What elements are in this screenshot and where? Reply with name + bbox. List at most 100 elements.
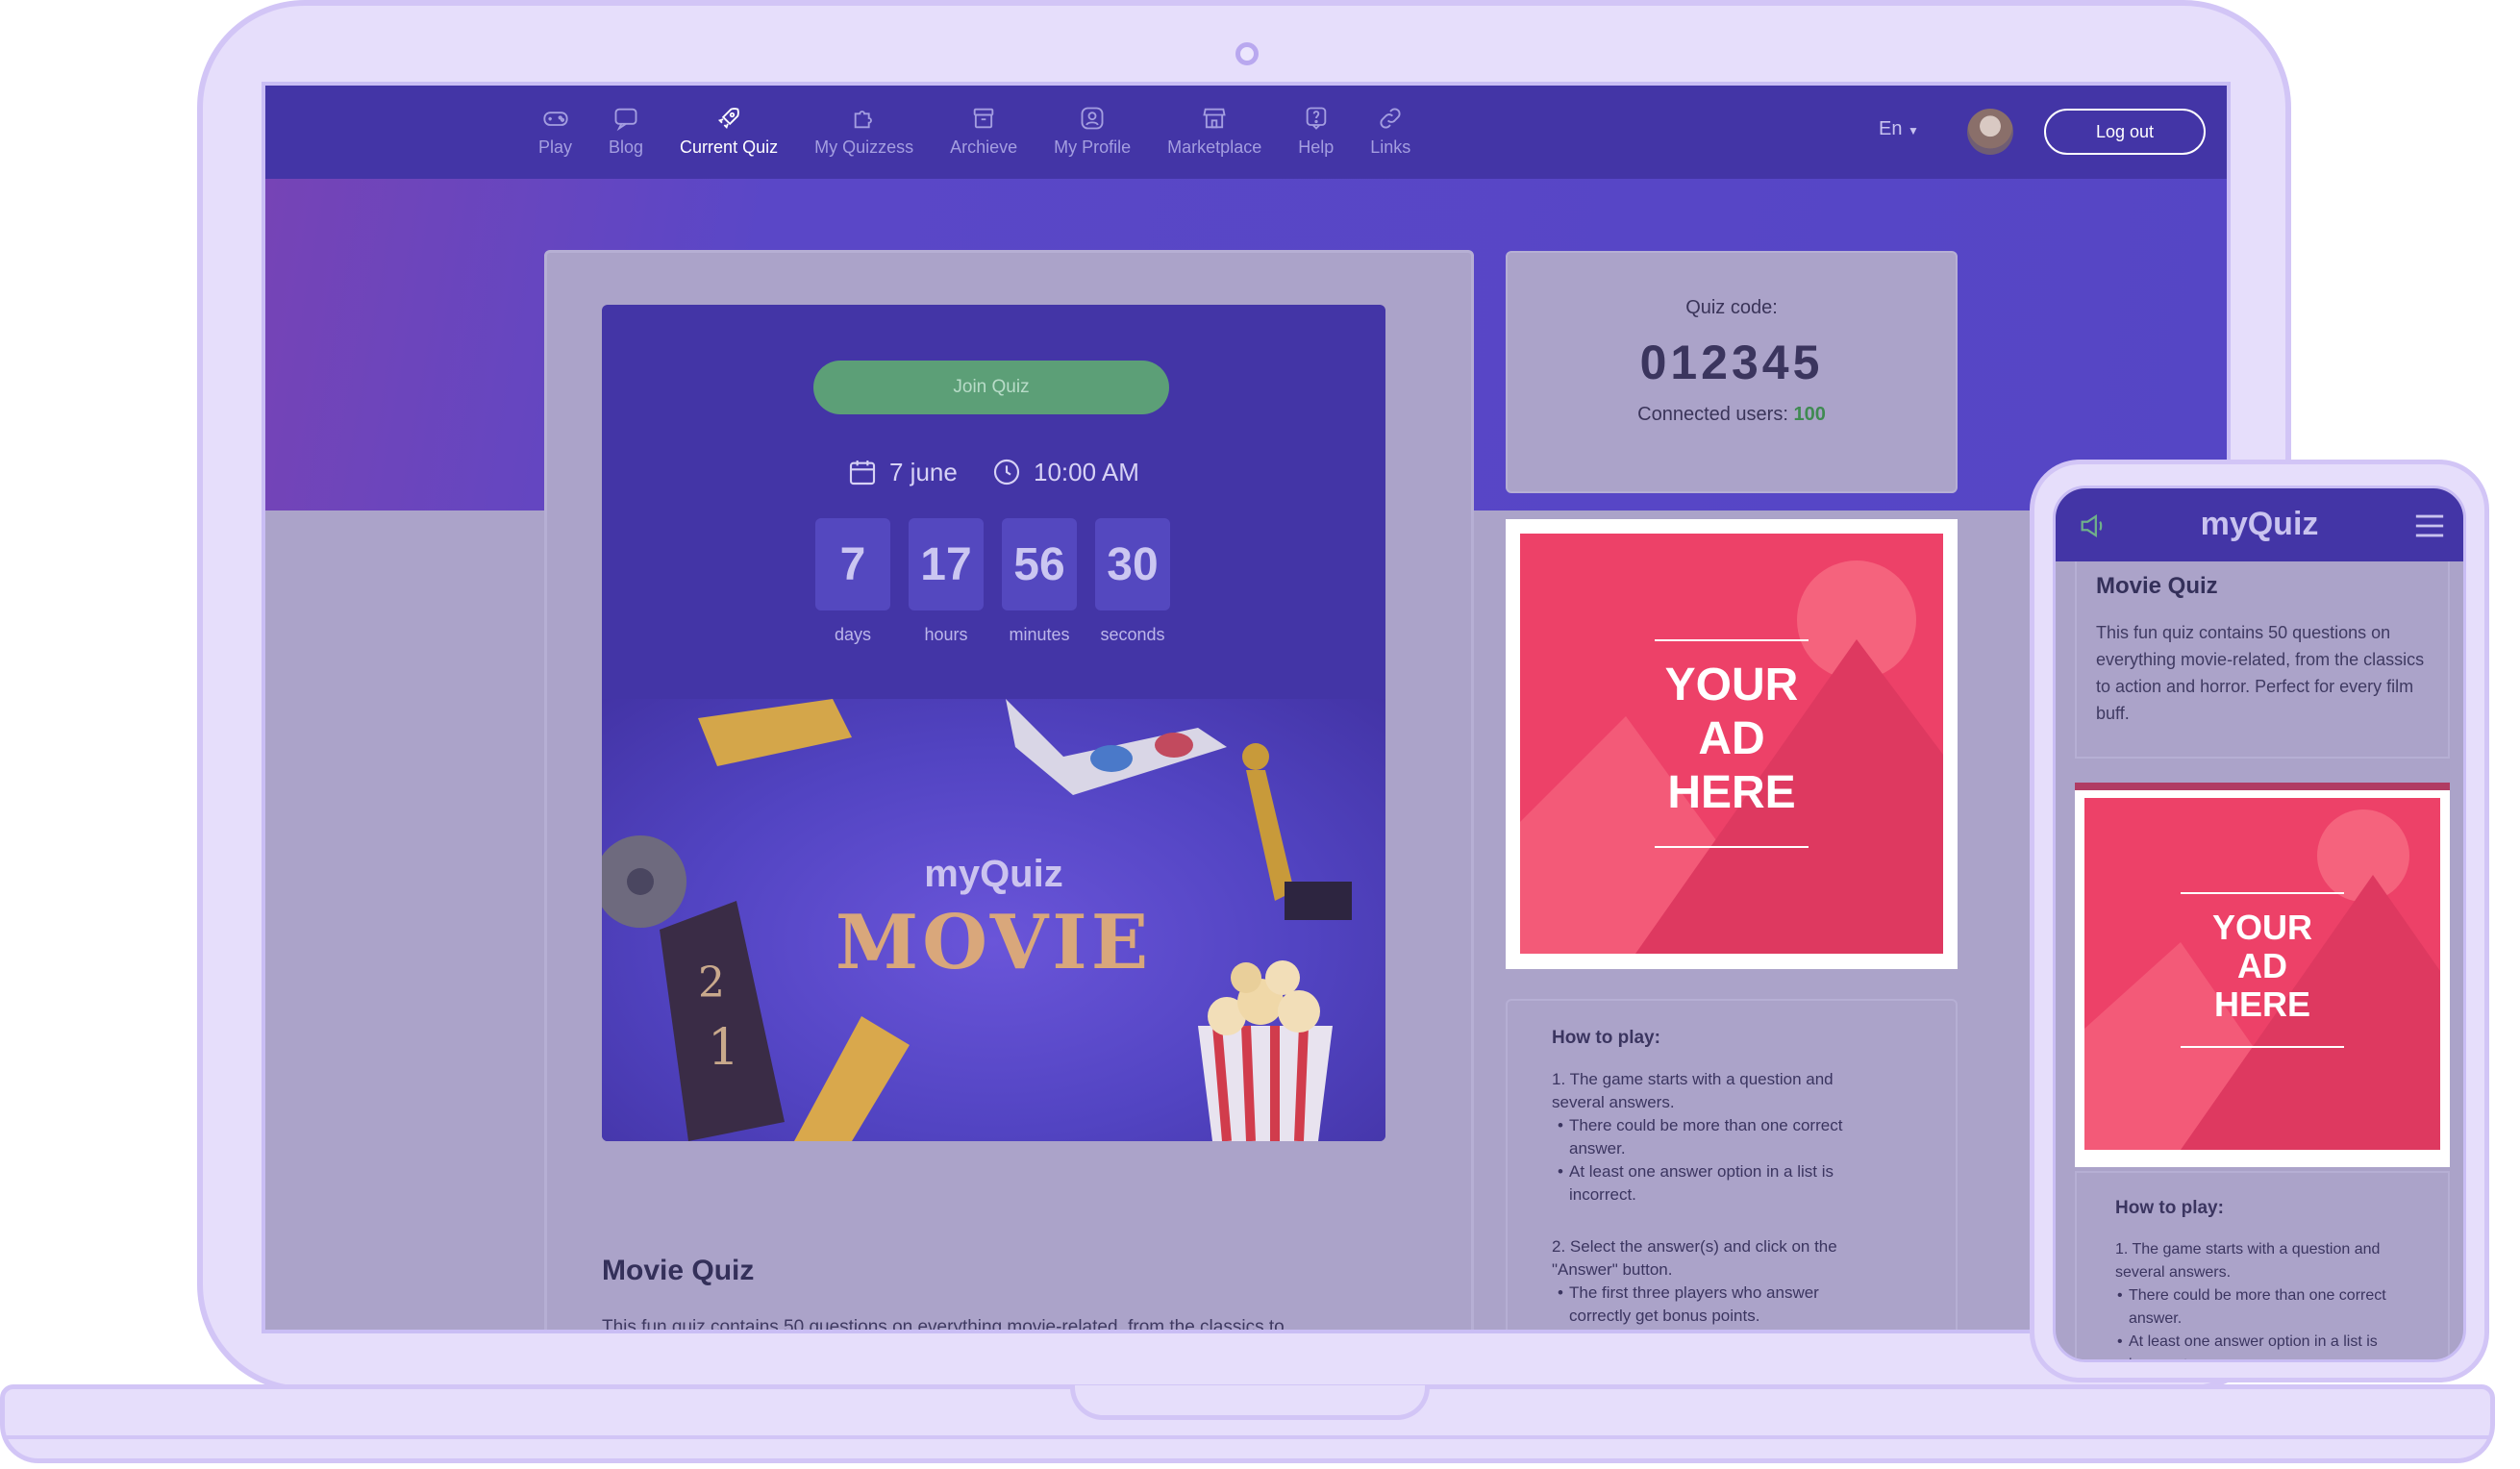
- 3d-glasses-illustration: [1006, 699, 1227, 795]
- mobile-how-to-step: 1. The game starts with a question and s…: [2115, 1241, 2381, 1281]
- camera-icon: [1235, 42, 1259, 65]
- nav-item-current-quiz[interactable]: Current Quiz: [680, 105, 778, 158]
- mobile-ad-artwork: YOUR AD HERE: [2084, 798, 2440, 1150]
- mobile-logo: myQuiz: [2200, 506, 2319, 542]
- nav-label: Marketplace: [1167, 137, 1262, 157]
- laptop-screen: Play Blog Current Quiz My Quizzess Archi…: [262, 82, 2231, 1333]
- countdown-label: minutes: [1009, 625, 1070, 644]
- how-to-bullet: At least one answer option in a list is …: [1552, 1160, 1879, 1207]
- how-to-step: 2. Select the answer(s) and click on the…: [1552, 1237, 1837, 1279]
- avatar[interactable]: [1967, 109, 2013, 155]
- profile-icon: [1081, 107, 1104, 130]
- nav-label: Archieve: [950, 137, 1018, 157]
- countdown-hours: 17: [909, 518, 984, 610]
- nav-label: Links: [1370, 137, 1411, 157]
- mobile-quiz-description: This fun quiz contains 50 questions on e…: [2096, 623, 2425, 723]
- date-text: 7 june: [889, 457, 958, 486]
- how-to-play-title: How to play:: [1552, 1028, 1660, 1048]
- phone-screen: myQuiz Movie Quiz This fun quiz contains…: [2053, 486, 2466, 1362]
- connected-users-count: 100: [1793, 404, 1826, 425]
- gamepad-icon: [542, 112, 568, 126]
- connected-users: Connected users: 100: [1508, 404, 1956, 426]
- mobile-ad-text: YOUR AD HERE: [2084, 909, 2440, 1024]
- nav-item-links[interactable]: Links: [1370, 105, 1410, 158]
- mobile-quiz-card: Movie Quiz This fun quiz contains 50 que…: [2075, 561, 2450, 759]
- ad-banner[interactable]: YOUR AD HERE: [1506, 519, 1958, 969]
- clock-icon: [993, 459, 1020, 486]
- rocket-icon: [718, 108, 739, 130]
- chat-icon: [614, 108, 637, 132]
- nav-label: Current Quiz: [680, 137, 779, 157]
- quiz-title: Movie Quiz: [602, 1255, 755, 1286]
- top-navigation: Play Blog Current Quiz My Quizzess Archi…: [265, 86, 2227, 179]
- mobile-how-to-bullet: There could be more than one correct ans…: [2115, 1284, 2431, 1331]
- puzzle-icon: [854, 111, 872, 129]
- nav-item-blog[interactable]: Blog: [609, 105, 643, 158]
- quiz-date: 7 june: [847, 457, 958, 487]
- countdown-label: hours: [924, 625, 968, 644]
- quiz-code-card: Quiz code: 012345 Connected users: 100: [1506, 251, 1958, 493]
- hamburger-menu-icon[interactable]: [2413, 511, 2446, 540]
- mobile-how-to-bullet: At least one answer option in a list is …: [2115, 1331, 2431, 1359]
- ad-divider: [1655, 846, 1809, 848]
- mobile-how-to-play: How to play: 1. The game starts with a q…: [2075, 1171, 2450, 1359]
- mobile-header: myQuiz: [2056, 488, 2463, 561]
- cinema-ticket-illustration: [794, 1016, 910, 1141]
- store-icon: [1203, 108, 1226, 129]
- nav-item-my-profile[interactable]: My Profile: [1054, 105, 1131, 158]
- nav-item-help[interactable]: Help: [1298, 105, 1334, 158]
- ad-artwork: YOUR AD HERE: [1520, 534, 1943, 954]
- how-to-bullet: There could be more than one correct ans…: [1552, 1114, 1879, 1160]
- page-background: [265, 510, 544, 1330]
- ad-text: YOUR AD HERE: [1520, 659, 1943, 820]
- art-title: MOVIE: [835, 899, 1153, 986]
- nav-item-play[interactable]: Play: [538, 105, 572, 158]
- movie-artwork: 2 1 myQuiz MOVIE: [602, 699, 1385, 1141]
- mobile-quiz-title: Movie Quiz: [2096, 573, 2218, 599]
- quiz-description: This fun quiz contains 50 questions on e…: [602, 1317, 1285, 1333]
- laptop-base: [0, 1384, 2495, 1463]
- art-logo: myQuiz: [924, 853, 1063, 895]
- nav-menu: Play Blog Current Quiz My Quizzess Archi…: [538, 105, 1447, 158]
- language-select[interactable]: En ▼: [1879, 118, 1919, 140]
- quiz-banner: Join Quiz 7 june 10:00 AM 7 17 56 30 day…: [602, 305, 1385, 1141]
- nav-label: Blog: [609, 137, 644, 157]
- quiz-code-label: Quiz code:: [1685, 297, 1778, 318]
- calendar-icon: [849, 461, 876, 486]
- time-text: 10:00 AM: [1034, 457, 1139, 486]
- nav-item-archieve[interactable]: Archieve: [950, 105, 1017, 158]
- join-quiz-button[interactable]: Join Quiz: [813, 361, 1169, 414]
- laptop-edge: [5, 1435, 2490, 1439]
- ad-line: YOUR: [1664, 660, 1799, 710]
- ticket-illustration: [698, 699, 852, 766]
- countdown-minutes: 56: [1002, 518, 1077, 610]
- ad-line: AD: [1698, 713, 1765, 764]
- nav-label: My Quizzess: [814, 137, 914, 157]
- chevron-down-icon: ▼: [1908, 124, 1919, 137]
- ad-divider: [2181, 1046, 2344, 1048]
- how-to-step: 1. The game starts with a question and s…: [1552, 1070, 1834, 1111]
- quiz-code-value: 012345: [1639, 336, 1824, 389]
- ad-line: HERE: [2213, 984, 2311, 1024]
- ad-line: AD: [2237, 946, 2287, 985]
- mobile-ad-banner[interactable]: YOUR AD HERE: [2075, 783, 2450, 1167]
- laptop-notch: [1070, 1385, 1430, 1420]
- logout-button[interactable]: Log out: [2044, 109, 2206, 155]
- nav-label: Help: [1298, 137, 1335, 157]
- how-to-play-card: How to play: 1. The game starts with a q…: [1506, 999, 1958, 1330]
- ad-divider: [1655, 639, 1809, 641]
- nav-item-marketplace[interactable]: Marketplace: [1167, 105, 1261, 158]
- quiz-time: 10:00 AM: [991, 457, 1139, 487]
- ad-line: YOUR: [2211, 908, 2312, 947]
- countdown-seconds: 30: [1095, 518, 1170, 610]
- archive-icon: [973, 108, 994, 129]
- ad-line: HERE: [1667, 767, 1796, 818]
- connected-users-label: Connected users:: [1637, 404, 1788, 425]
- ad-divider: [2181, 892, 2344, 894]
- link-icon: [1380, 108, 1401, 129]
- countdown-days: 7: [815, 518, 890, 610]
- nav-item-my-quizzess[interactable]: My Quizzess: [814, 105, 913, 158]
- mobile-how-to-title: How to play:: [2115, 1198, 2224, 1218]
- nav-label: My Profile: [1054, 137, 1132, 157]
- nav-label: Play: [538, 137, 573, 157]
